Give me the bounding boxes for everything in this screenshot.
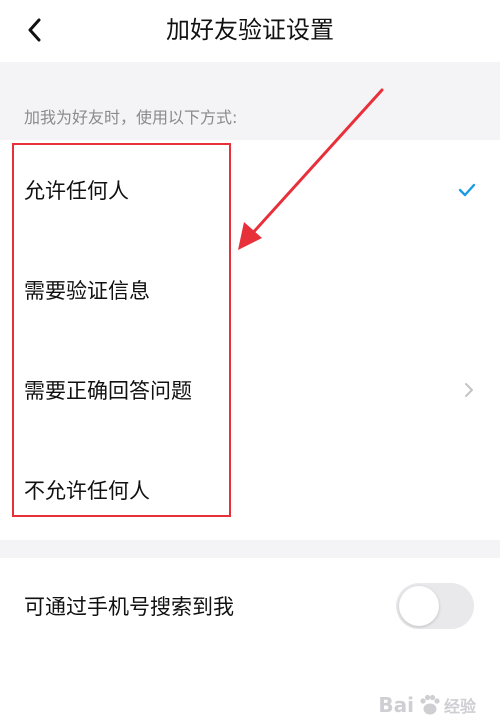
- section-header: 加我为好友时，使用以下方式:: [24, 108, 238, 127]
- watermark-subtext: 经验: [443, 697, 476, 716]
- toggle-knob: [399, 586, 439, 626]
- watermark-text: Bai: [378, 693, 414, 717]
- top-bar: 加好友验证设置: [0, 0, 500, 62]
- page-title: 加好友验证设置: [166, 16, 334, 44]
- annotation-highlight-box: [12, 143, 231, 517]
- phone-search-label: 可通过手机号搜索到我: [24, 595, 234, 619]
- phone-search-toggle[interactable]: [396, 583, 474, 629]
- check-icon: [458, 183, 476, 197]
- watermark-logo: Bai 经验: [378, 693, 476, 717]
- phone-search-row: 可通过手机号搜索到我: [0, 558, 500, 654]
- chevron-right-icon: [465, 383, 473, 397]
- section-band: [0, 62, 500, 140]
- paw-icon: [420, 694, 440, 715]
- section-divider: [0, 540, 500, 558]
